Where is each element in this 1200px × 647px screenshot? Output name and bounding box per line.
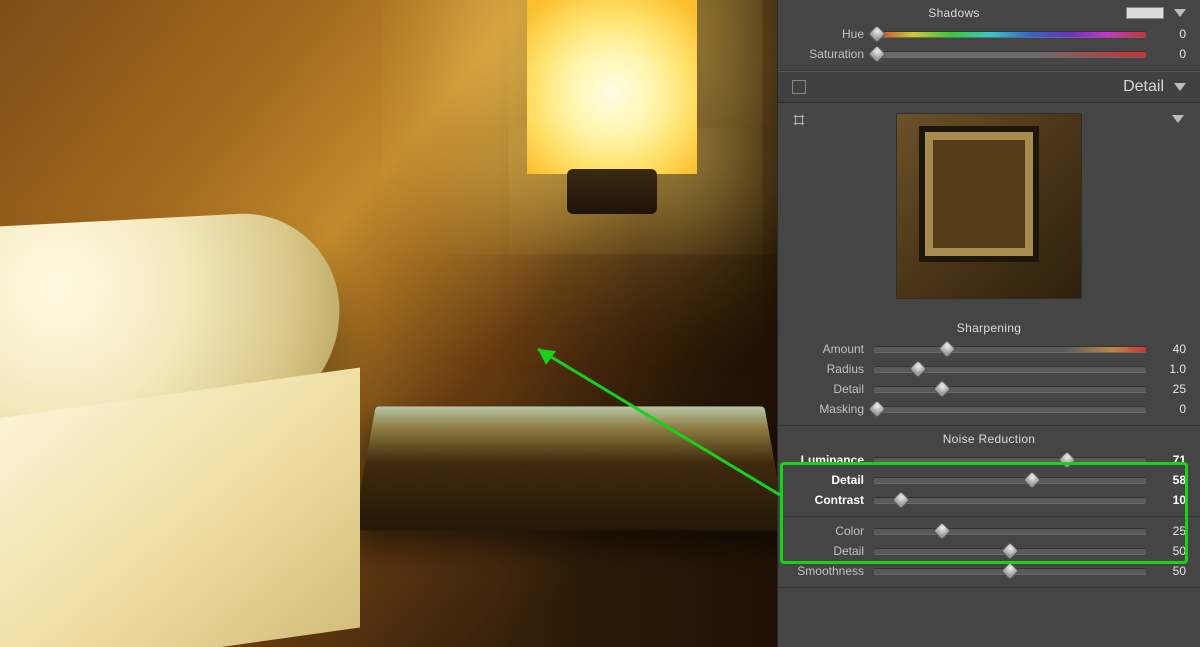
luminance-detail-value[interactable]: 58 bbox=[1156, 473, 1186, 487]
color-detail-label: Detail bbox=[792, 544, 864, 558]
sharpen-masking-row: Masking 0 bbox=[792, 399, 1186, 419]
luminance-contrast-slider[interactable] bbox=[874, 497, 1146, 504]
luminance-value[interactable]: 71 bbox=[1156, 453, 1186, 467]
chevron-down-icon[interactable] bbox=[1172, 115, 1184, 123]
sharpen-amount-slider[interactable] bbox=[874, 346, 1146, 353]
detail-target-icon[interactable] bbox=[792, 113, 806, 127]
noise-reduction-subheader: Noise Reduction bbox=[792, 430, 1186, 450]
photo-nightstand bbox=[353, 406, 777, 530]
noise-reduction-section: Noise Reduction Luminance 71 Detail 58 C… bbox=[778, 426, 1200, 517]
detail-preview-area bbox=[778, 103, 1200, 315]
saturation-slider-row: Saturation 0 bbox=[792, 44, 1186, 64]
detail-panel-toggle[interactable] bbox=[792, 80, 806, 94]
detail-panel-header[interactable]: Detail bbox=[778, 71, 1200, 103]
hue-thumb[interactable] bbox=[868, 25, 886, 43]
luminance-contrast-thumb[interactable] bbox=[892, 491, 910, 509]
color-noise-value[interactable]: 25 bbox=[1156, 524, 1186, 538]
sharpen-detail-row: Detail 25 bbox=[792, 379, 1186, 399]
color-detail-slider[interactable] bbox=[874, 548, 1146, 555]
luminance-contrast-value[interactable]: 10 bbox=[1156, 493, 1186, 507]
hue-label: Hue bbox=[792, 27, 864, 41]
color-detail-thumb[interactable] bbox=[1001, 542, 1019, 560]
smoothness-thumb[interactable] bbox=[1001, 562, 1019, 580]
sharpen-detail-value[interactable]: 25 bbox=[1156, 382, 1186, 396]
sharpen-masking-value[interactable]: 0 bbox=[1156, 402, 1186, 416]
luminance-thumb[interactable] bbox=[1058, 451, 1076, 469]
detail-panel-title: Detail bbox=[1123, 78, 1164, 96]
color-noise-thumb[interactable] bbox=[933, 522, 951, 540]
sharpen-radius-label: Radius bbox=[792, 362, 864, 376]
color-noise-row: Color 25 bbox=[792, 521, 1186, 541]
sharpen-amount-label: Amount bbox=[792, 342, 864, 356]
shadows-subheader: Shadows bbox=[928, 6, 979, 20]
sharpen-radius-row: Radius 1.0 bbox=[792, 359, 1186, 379]
sharpen-radius-thumb[interactable] bbox=[908, 360, 926, 378]
saturation-value[interactable]: 0 bbox=[1156, 47, 1186, 61]
sharpen-amount-value[interactable]: 40 bbox=[1156, 342, 1186, 356]
photo-sheet bbox=[0, 367, 360, 647]
sharpen-detail-label: Detail bbox=[792, 382, 864, 396]
sharpen-amount-thumb[interactable] bbox=[938, 340, 956, 358]
luminance-detail-row: Detail 58 bbox=[792, 470, 1186, 490]
saturation-label: Saturation bbox=[792, 47, 864, 61]
chevron-down-icon[interactable] bbox=[1174, 83, 1186, 91]
smoothness-value[interactable]: 50 bbox=[1156, 564, 1186, 578]
luminance-contrast-row: Contrast 10 bbox=[792, 490, 1186, 510]
sharpen-radius-slider[interactable] bbox=[874, 366, 1146, 373]
sharpen-amount-row: Amount 40 bbox=[792, 339, 1186, 359]
luminance-label: Luminance bbox=[792, 453, 864, 467]
shadows-subheader-row: Shadows bbox=[792, 4, 1186, 24]
sharpening-section: Sharpening Amount 40 Radius 1.0 Detail 2… bbox=[778, 315, 1200, 426]
sharpen-masking-slider[interactable] bbox=[874, 406, 1146, 413]
luminance-slider[interactable] bbox=[874, 457, 1146, 464]
hue-slider-row: Hue 0 bbox=[792, 24, 1186, 44]
luminance-row: Luminance 71 bbox=[792, 450, 1186, 470]
color-noise-slider[interactable] bbox=[874, 528, 1146, 535]
saturation-thumb[interactable] bbox=[868, 45, 886, 63]
luminance-contrast-label: Contrast bbox=[792, 493, 864, 507]
smoothness-label: Smoothness bbox=[792, 564, 864, 578]
detail-preview-thumbnail[interactable] bbox=[896, 113, 1082, 299]
sharpen-radius-value[interactable]: 1.0 bbox=[1156, 362, 1186, 376]
luminance-detail-label: Detail bbox=[792, 473, 864, 487]
sharpen-masking-thumb[interactable] bbox=[868, 400, 886, 418]
hue-slider[interactable] bbox=[874, 31, 1146, 38]
chevron-down-icon[interactable] bbox=[1174, 9, 1186, 17]
color-detail-value[interactable]: 50 bbox=[1156, 544, 1186, 558]
sharpen-detail-thumb[interactable] bbox=[933, 380, 951, 398]
sharpen-detail-slider[interactable] bbox=[874, 386, 1146, 393]
sharpen-masking-label: Masking bbox=[792, 402, 864, 416]
color-noise-section: Color 25 Detail 50 Smoothness 50 bbox=[778, 517, 1200, 588]
color-noise-label: Color bbox=[792, 524, 864, 538]
smoothness-slider[interactable] bbox=[874, 568, 1146, 575]
sharpening-subheader: Sharpening bbox=[792, 319, 1186, 339]
hue-value[interactable]: 0 bbox=[1156, 27, 1186, 41]
split-toning-section: Shadows Hue 0 Saturation 0 bbox=[778, 0, 1200, 71]
shadows-color-swatch[interactable] bbox=[1126, 7, 1164, 19]
develop-panel: Shadows Hue 0 Saturation 0 Detail bbox=[777, 0, 1200, 647]
photo-preview[interactable] bbox=[0, 0, 777, 647]
luminance-detail-slider[interactable] bbox=[874, 477, 1146, 484]
smoothness-row: Smoothness 50 bbox=[792, 561, 1186, 581]
saturation-slider[interactable] bbox=[874, 51, 1146, 58]
luminance-detail-thumb[interactable] bbox=[1023, 471, 1041, 489]
photo-wall-lamp bbox=[527, 0, 697, 174]
color-detail-row: Detail 50 bbox=[792, 541, 1186, 561]
